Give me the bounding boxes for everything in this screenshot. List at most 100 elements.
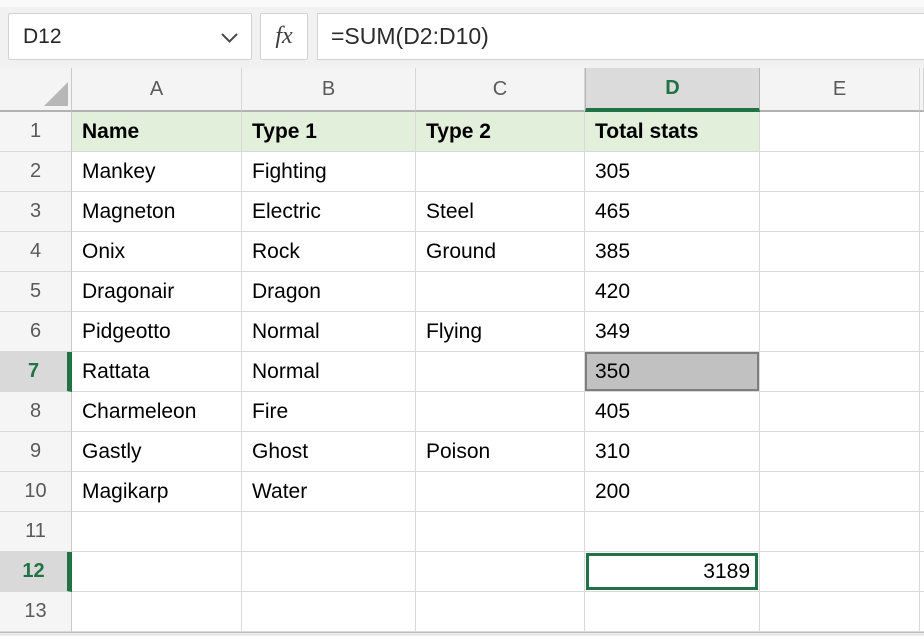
cell-C5[interactable] [416,272,585,312]
row-header-4[interactable]: 4 [0,232,72,272]
cell-B9[interactable]: Ghost [242,432,416,472]
cell-A11[interactable] [72,512,242,552]
row-header-1[interactable]: 1 [0,112,72,152]
cell-E6[interactable] [760,312,920,352]
insert-function-button[interactable]: fx [260,13,308,60]
row-header-6[interactable]: 6 [0,312,72,352]
row-header-10[interactable]: 10 [0,472,72,512]
cell-partial-row-11[interactable] [920,512,924,552]
cell-A7[interactable]: Rattata [72,352,242,392]
cell-D1[interactable]: Total stats [585,112,760,152]
cell-A9[interactable]: Gastly [72,432,242,472]
cell-B3[interactable]: Electric [242,192,416,232]
cell-partial-row-7[interactable] [920,352,924,392]
cell-C3[interactable]: Steel [416,192,585,232]
cell-A1[interactable]: Name [72,112,242,152]
cell-A13[interactable] [72,592,242,632]
cell-D4[interactable]: 385 [585,232,760,272]
cell-partial-row-2[interactable] [920,152,924,192]
cell-B13[interactable] [242,592,416,632]
cell-partial-row-12[interactable] [920,552,924,592]
column-header-E[interactable]: E [760,68,920,112]
cell-C7[interactable] [416,352,585,392]
row-header-12[interactable]: 12 [0,552,72,592]
column-header-D[interactable]: D [585,68,760,112]
row-header-11[interactable]: 11 [0,512,72,552]
row-header-5[interactable]: 5 [0,272,72,312]
cell-D10[interactable]: 200 [585,472,760,512]
cell-E5[interactable] [760,272,920,312]
cell-D7[interactable]: 350 [585,352,760,392]
cell-C2[interactable] [416,152,585,192]
column-header-B[interactable]: B [242,68,416,112]
cell-B12[interactable] [242,552,416,592]
cell-D3[interactable]: 465 [585,192,760,232]
row-header-7[interactable]: 7 [0,352,72,392]
cell-A4[interactable]: Onix [72,232,242,272]
cell-partial-row-3[interactable] [920,192,924,232]
cell-C13[interactable] [416,592,585,632]
cell-E12[interactable] [760,552,920,592]
cell-E1[interactable] [760,112,920,152]
row-header-13[interactable]: 13 [0,592,72,632]
cell-A10[interactable]: Magikarp [72,472,242,512]
cell-C12[interactable] [416,552,585,592]
cell-B10[interactable]: Water [242,472,416,512]
cell-C10[interactable] [416,472,585,512]
cell-E4[interactable] [760,232,920,272]
cell-B1[interactable]: Type 1 [242,112,416,152]
cell-D9[interactable]: 310 [585,432,760,472]
cell-E10[interactable] [760,472,920,512]
cell-E3[interactable] [760,192,920,232]
cell-partial-row-13[interactable] [920,592,924,632]
cell-B2[interactable]: Fighting [242,152,416,192]
row-header-2[interactable]: 2 [0,152,72,192]
cell-E11[interactable] [760,512,920,552]
cell-C8[interactable] [416,392,585,432]
cell-D8[interactable]: 405 [585,392,760,432]
cell-partial-row-4[interactable] [920,232,924,272]
cell-B5[interactable]: Dragon [242,272,416,312]
cell-D2[interactable]: 305 [585,152,760,192]
cell-A5[interactable]: Dragonair [72,272,242,312]
cell-E9[interactable] [760,432,920,472]
cell-C4[interactable]: Ground [416,232,585,272]
cell-A8[interactable]: Charmeleon [72,392,242,432]
cell-B4[interactable]: Rock [242,232,416,272]
cell-B6[interactable]: Normal [242,312,416,352]
cell-D12[interactable]: 3189 [585,552,760,592]
cell-E8[interactable] [760,392,920,432]
row-header-3[interactable]: 3 [0,192,72,232]
select-all-corner[interactable] [0,68,72,112]
chevron-down-icon[interactable] [221,31,238,49]
cell-A12[interactable] [72,552,242,592]
cell-partial-row-10[interactable] [920,472,924,512]
cell-A2[interactable]: Mankey [72,152,242,192]
cell-A6[interactable]: Pidgeotto [72,312,242,352]
cell-partial-row-1[interactable] [920,112,924,152]
cell-D6[interactable]: 349 [585,312,760,352]
cell-A3[interactable]: Magneton [72,192,242,232]
cell-partial-row-5[interactable] [920,272,924,312]
column-header-A[interactable]: A [72,68,242,112]
cell-C6[interactable]: Flying [416,312,585,352]
cell-D5[interactable]: 420 [585,272,760,312]
cell-E13[interactable] [760,592,920,632]
cell-C9[interactable]: Poison [416,432,585,472]
cell-D11[interactable] [585,512,760,552]
name-box[interactable]: D12 [8,13,252,60]
cell-B7[interactable]: Normal [242,352,416,392]
column-header-C[interactable]: C [416,68,585,112]
cell-B8[interactable]: Fire [242,392,416,432]
cell-partial-row-6[interactable] [920,312,924,352]
cell-E7[interactable] [760,352,920,392]
row-header-8[interactable]: 8 [0,392,72,432]
formula-input[interactable]: =SUM(D2:D10) [317,13,924,60]
cell-C11[interactable] [416,512,585,552]
cell-partial-row-9[interactable] [920,432,924,472]
cell-E2[interactable] [760,152,920,192]
cell-B11[interactable] [242,512,416,552]
cell-C1[interactable]: Type 2 [416,112,585,152]
cell-partial-row-8[interactable] [920,392,924,432]
row-header-9[interactable]: 9 [0,432,72,472]
